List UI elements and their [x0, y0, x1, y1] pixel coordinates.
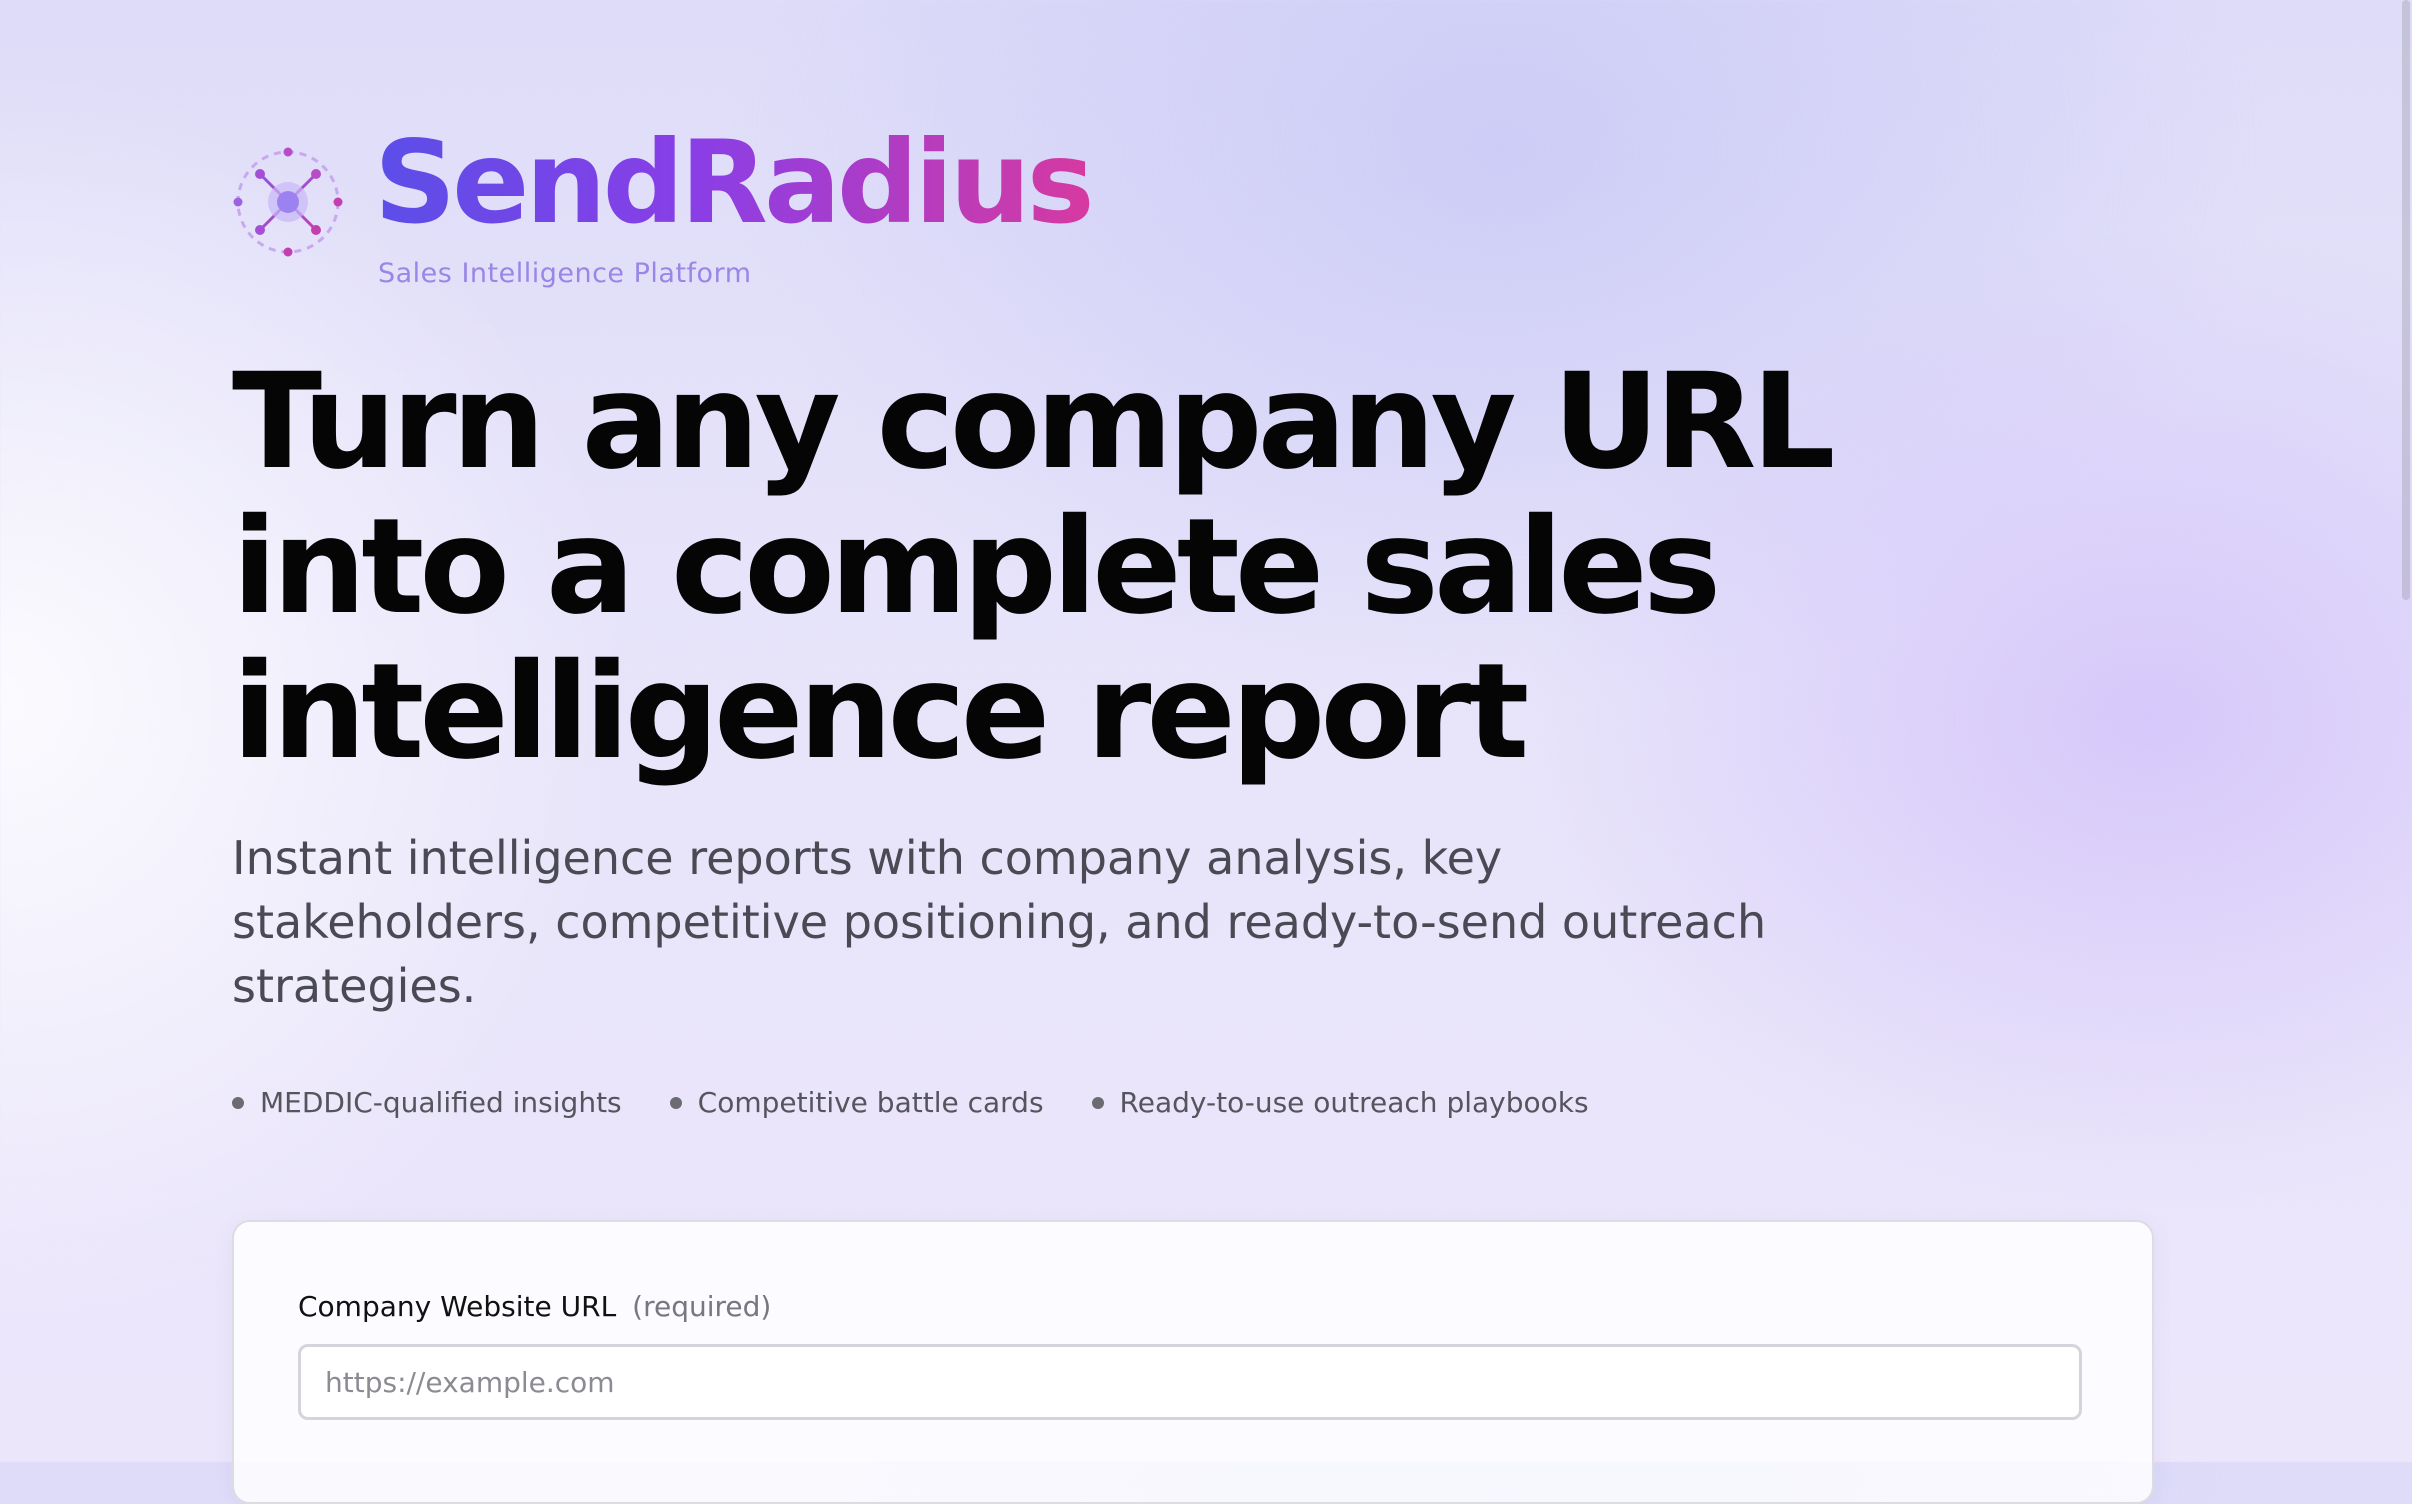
feature-item: Competitive battle cards [669, 1086, 1044, 1119]
bullet-icon [1091, 1096, 1104, 1109]
report-form-card: Company Website URL (required) [232, 1220, 2154, 1504]
company-url-input[interactable] [298, 1344, 2082, 1420]
required-hint: (required) [632, 1290, 772, 1323]
radius-network-icon [233, 147, 343, 257]
feature-label: Ready-to-use outreach playbooks [1119, 1086, 1589, 1119]
page-scrollbar[interactable] [2398, 0, 2412, 1462]
feature-label: Competitive battle cards [697, 1086, 1044, 1119]
url-field-label-row: Company Website URL (required) [298, 1290, 771, 1323]
hero-subheadline: Instant intelligence reports with compan… [232, 831, 1767, 1013]
bullet-icon [232, 1096, 244, 1109]
feature-label: MEDDIC-qualified insights [260, 1086, 622, 1119]
landing-page: SendRadius Sales Intelligence Platform T… [0, 0, 2412, 1504]
feature-item: Ready-to-use outreach playbooks [1091, 1086, 1589, 1119]
feature-list: MEDDIC-qualified insights Competitive ba… [232, 1086, 1589, 1119]
brand-header: SendRadius Sales Intelligence Platform [232, 126, 1095, 289]
scrollbar-thumb[interactable] [2402, 0, 2410, 600]
brand-tagline: Sales Intelligence Platform [378, 258, 752, 289]
brand-name: SendRadius [374, 116, 1095, 249]
feature-item: MEDDIC-qualified insights [232, 1086, 622, 1119]
bullet-icon [669, 1096, 682, 1109]
url-field-label: Company Website URL [298, 1290, 617, 1323]
hero-headline: Turn any company URL into a complete sal… [232, 345, 1836, 789]
